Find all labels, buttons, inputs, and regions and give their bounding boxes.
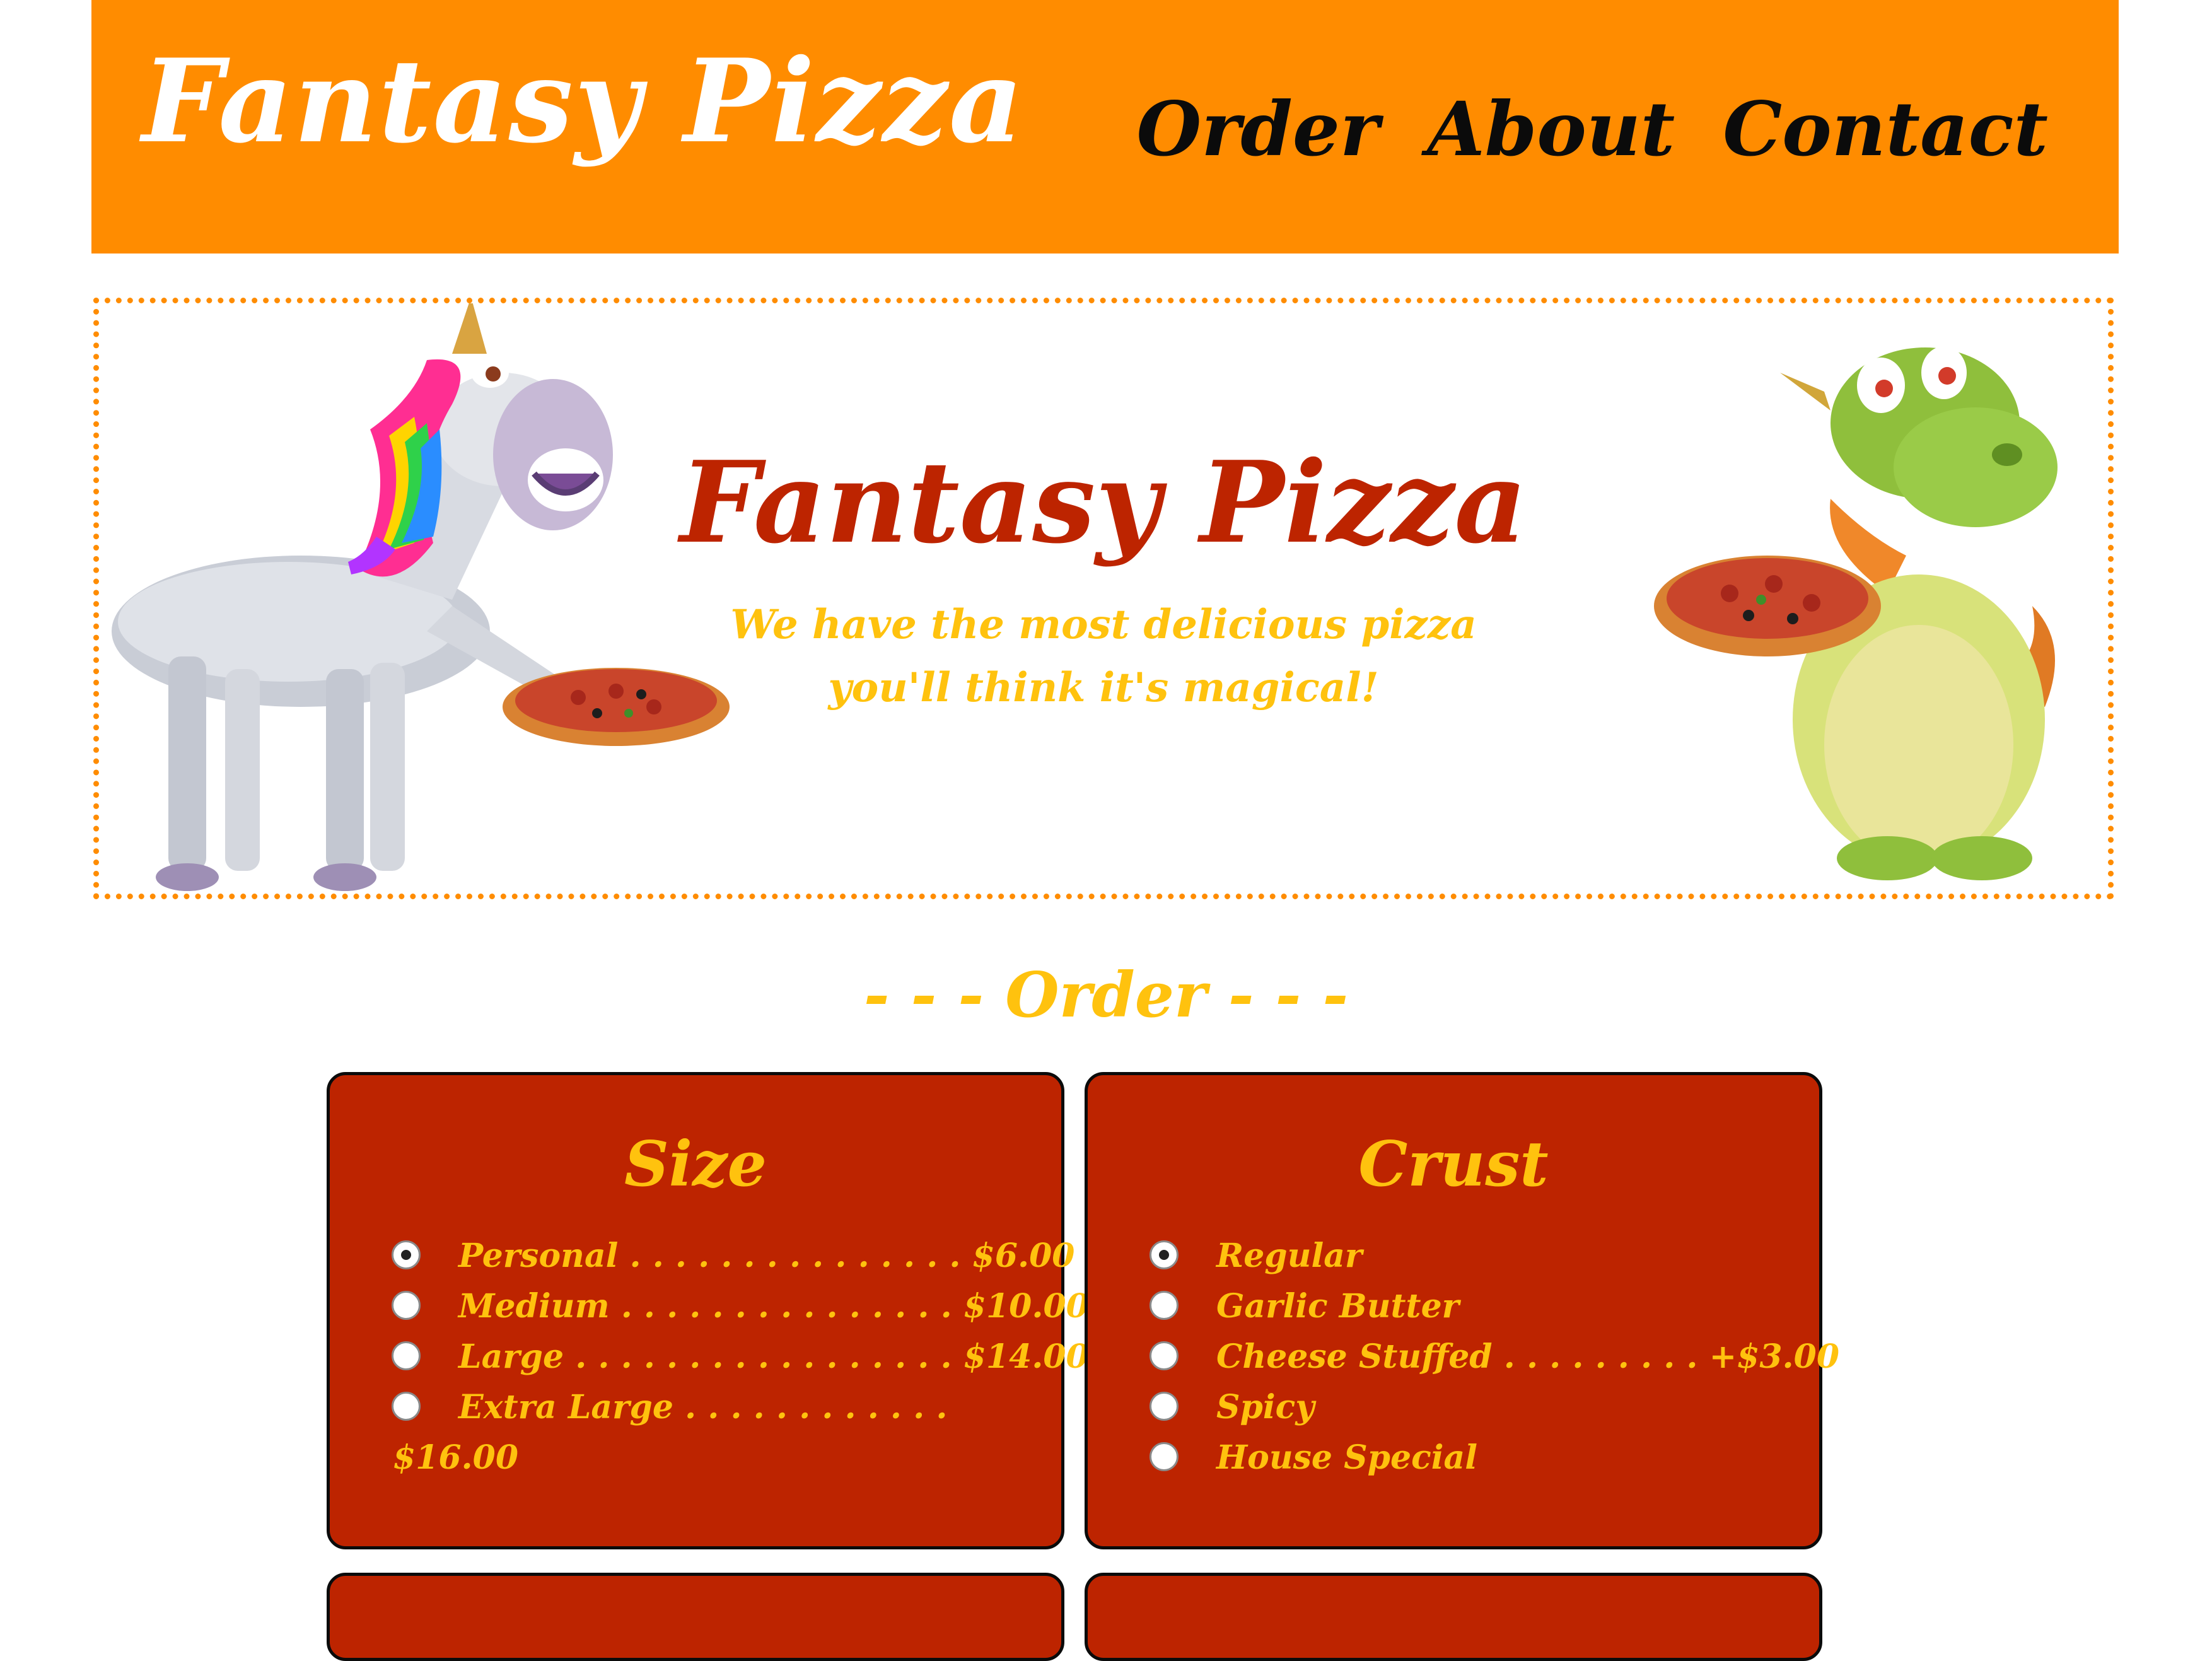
- size-radio-personal[interactable]: [392, 1240, 421, 1269]
- crust-radio-house-special[interactable]: [1150, 1442, 1179, 1471]
- size-option-label: Personal . . . . . . . . . . . . . . . $…: [458, 1237, 1075, 1275]
- crust-option-label: Cheese Stuffed . . . . . . . . . +$3.00: [1216, 1338, 1840, 1376]
- order-heading: - - - Order - - -: [863, 959, 1349, 1032]
- crust-radio-garlic-butter[interactable]: [1150, 1291, 1179, 1320]
- nav-order[interactable]: Order: [1136, 88, 1379, 170]
- nav-about[interactable]: About: [1427, 88, 1675, 170]
- size-radio-large[interactable]: [392, 1341, 421, 1370]
- crust-card: Crust Regular Garlic Butter Cheese Stuff…: [1085, 1072, 1839, 1549]
- hero-title: Fantasy Pizza: [680, 436, 1527, 568]
- size-option-label: Extra Large . . . . . . . . . . . .: [458, 1388, 948, 1426]
- next-order-card-left: [327, 1573, 1064, 1661]
- hero-tagline-line2: you'll think it's magical!: [828, 664, 1379, 711]
- hero-banner: Fantasy Pizza We have the most delicious…: [93, 298, 2114, 899]
- crust-option-label: House Special: [1216, 1438, 1477, 1477]
- size-option-label: Medium . . . . . . . . . . . . . . . $10…: [458, 1287, 1089, 1326]
- size-option-price: $16.00: [393, 1438, 519, 1477]
- site-header: Fantasy Pizza Order About Contact: [91, 0, 2119, 254]
- main-nav: Order About Contact: [1136, 88, 2048, 170]
- nav-contact[interactable]: Contact: [1723, 88, 2048, 170]
- crust-card-title: Crust: [1358, 1128, 1549, 1201]
- next-order-card-right: [1085, 1573, 1822, 1661]
- crust-option-label: Spicy: [1216, 1388, 1315, 1426]
- size-radio-medium[interactable]: [392, 1291, 421, 1320]
- size-card-title: Size: [624, 1128, 767, 1201]
- size-option-label: Large . . . . . . . . . . . . . . . . . …: [458, 1338, 1089, 1376]
- crust-radio-cheese-stuffed[interactable]: [1150, 1341, 1179, 1370]
- crust-radio-spicy[interactable]: [1150, 1392, 1179, 1421]
- crust-option-label: Garlic Butter: [1216, 1287, 1460, 1326]
- crust-option-label: Regular: [1216, 1237, 1363, 1275]
- hero-tagline-line1: We have the most delicious pizza: [730, 601, 1477, 648]
- crust-radio-regular[interactable]: [1150, 1240, 1179, 1269]
- size-card: Size Personal . . . . . . . . . . . . . …: [327, 1072, 1089, 1549]
- unicorn-mascot-image: [112, 303, 730, 891]
- size-radio-extra-large[interactable]: [392, 1392, 421, 1421]
- site-logo[interactable]: Fantasy Pizza: [142, 38, 1025, 164]
- dragon-mascot-image: [1654, 346, 2058, 880]
